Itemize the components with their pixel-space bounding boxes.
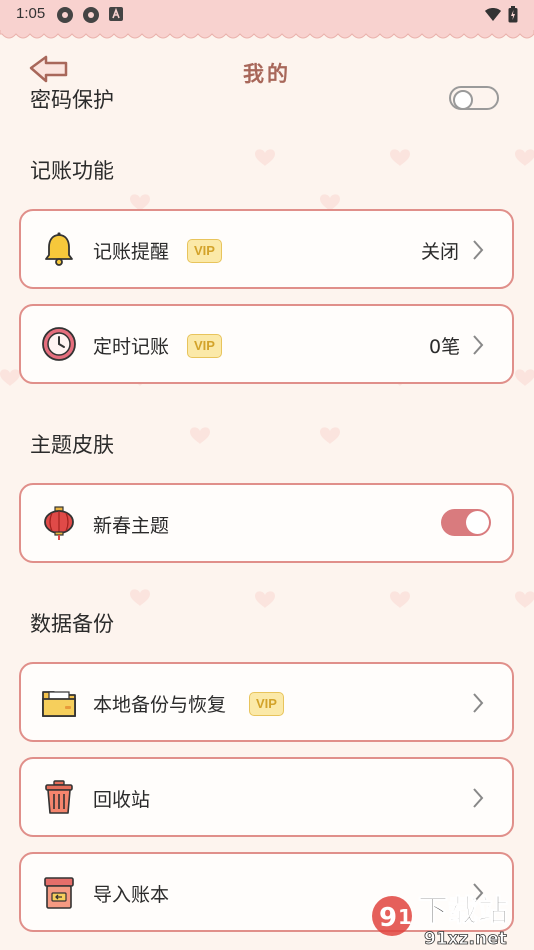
reminder-item[interactable]: 记账提醒 VIP 关闭 — [19, 209, 514, 289]
spring-theme-item[interactable]: 新春主题 — [19, 483, 514, 563]
spring-theme-toggle[interactable] — [441, 509, 491, 536]
notification-a-icon — [109, 7, 123, 21]
watermark-domain: 91xz.net — [424, 929, 507, 949]
scheduled-label: 定时记账 — [93, 336, 170, 358]
scheduled-value: 0笔 — [429, 336, 461, 358]
battery-icon — [508, 6, 518, 23]
local-backup-item[interactable]: 本地备份与恢复 VIP — [19, 662, 514, 742]
section-title-theme: 主题皮肤 — [30, 433, 114, 457]
reminder-value: 关闭 — [421, 241, 460, 263]
chevron-right-icon — [473, 693, 484, 713]
chevron-right-icon — [473, 335, 484, 355]
vip-badge: VIP — [187, 239, 222, 263]
recycle-bin-item[interactable]: 回收站 — [19, 757, 514, 837]
status-time: 1:05 — [16, 5, 46, 22]
vip-badge: VIP — [249, 692, 284, 716]
import-ledger-label: 导入账本 — [93, 884, 170, 906]
toggle-knob — [466, 511, 489, 534]
folder-icon — [42, 691, 76, 717]
notification-app-icon — [57, 7, 73, 23]
local-backup-label: 本地备份与恢复 — [93, 694, 227, 716]
vip-badge: VIP — [187, 334, 222, 358]
reminder-label: 记账提醒 — [93, 241, 170, 263]
section-title-backup: 数据备份 — [30, 612, 114, 636]
notification-app-icon — [83, 7, 99, 23]
clock-icon — [42, 327, 76, 361]
svg-text:9: 9 — [379, 903, 397, 933]
scheduled-item[interactable]: 定时记账 VIP 0笔 — [19, 304, 514, 384]
recycle-bin-label: 回收站 — [93, 789, 151, 811]
spring-theme-label: 新春主题 — [93, 515, 170, 537]
bell-icon — [45, 232, 73, 266]
wifi-icon — [485, 8, 501, 21]
chevron-right-icon — [473, 240, 484, 260]
watermark-brand: 下载站 — [418, 894, 508, 929]
import-box-icon — [44, 877, 74, 909]
site-watermark: 9 1 下载站 91xz.net — [372, 894, 509, 949]
svg-text:1: 1 — [398, 905, 412, 929]
chevron-right-icon — [473, 788, 484, 808]
lantern-icon — [44, 506, 74, 540]
page-title: 我的 — [243, 62, 291, 86]
trash-icon — [45, 780, 73, 814]
scallop-border — [0, 28, 534, 39]
header: 我的 — [0, 48, 534, 98]
section-title-accounting: 记账功能 — [30, 159, 114, 183]
status-bar: 1:05 — [0, 0, 534, 30]
